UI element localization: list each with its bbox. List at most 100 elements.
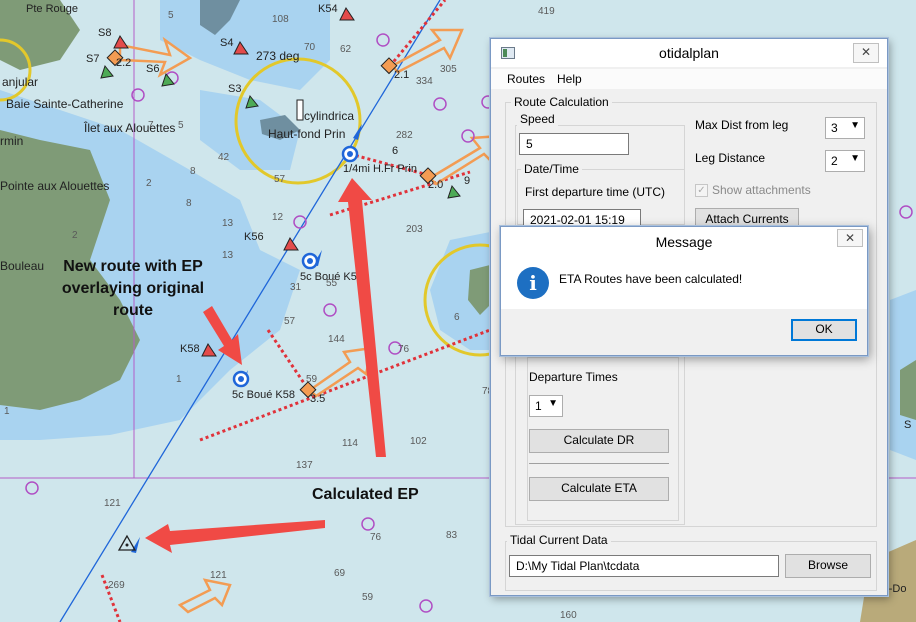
svg-text:55: 55 [326, 278, 338, 289]
svg-text:203: 203 [406, 224, 423, 235]
svg-text:9: 9 [464, 175, 470, 187]
speed-input[interactable]: 5 [519, 133, 629, 155]
speed-label: Speed [517, 112, 558, 126]
svg-text:59: 59 [306, 374, 318, 385]
svg-text:Îlet aux Alouettes: Îlet aux Alouettes [83, 120, 175, 135]
svg-text:12: 12 [272, 212, 284, 223]
menubar: Routes Help [491, 69, 887, 89]
svg-text:7: 7 [148, 120, 154, 131]
svg-text:S: S [904, 419, 911, 431]
svg-text:S4: S4 [220, 37, 233, 49]
svg-text:70: 70 [304, 42, 316, 53]
svg-text:69: 69 [334, 568, 346, 579]
annotation-calculated-ep: Calculated EP [312, 486, 419, 503]
svg-text:3.5: 3.5 [310, 393, 325, 405]
svg-text:305: 305 [440, 64, 457, 75]
menu-help[interactable]: Help [557, 72, 582, 86]
svg-text:K58: K58 [180, 343, 200, 355]
svg-text:160: 160 [560, 610, 577, 621]
svg-text:5: 5 [178, 120, 184, 131]
message-titlebar[interactable]: Message ✕ [501, 227, 867, 257]
svg-text:273 deg: 273 deg [256, 49, 299, 63]
message-title: Message [655, 234, 713, 250]
info-icon: i [517, 267, 549, 299]
leg-distance-label: Leg Distance [695, 151, 766, 165]
svg-text:K54: K54 [318, 3, 338, 15]
svg-text:1/4mi H.Fr Prin: 1/4mi H.Fr Prin [343, 163, 417, 175]
svg-text:334: 334 [416, 76, 433, 87]
svg-text:42: 42 [218, 152, 230, 163]
svg-text:59: 59 [362, 592, 374, 603]
svg-text:8: 8 [186, 198, 192, 209]
calculate-eta-button[interactable]: Calculate ETA [529, 477, 669, 501]
svg-text:K56: K56 [244, 231, 264, 243]
svg-text:S3: S3 [228, 83, 241, 95]
leg-distance-select[interactable]: 2 ▼ [825, 150, 865, 172]
svg-text:282: 282 [396, 130, 413, 141]
message-dialog: Message ✕ i ETA Routes have been calcula… [500, 226, 868, 356]
svg-text:269: 269 [108, 580, 125, 591]
svg-text:2.1: 2.1 [394, 69, 409, 81]
annotation-new-route-line2: overlaying original [61, 280, 205, 297]
svg-text:S6: S6 [146, 63, 159, 75]
svg-text:S7: S7 [86, 53, 99, 65]
divider [529, 463, 669, 464]
chevron-down-icon: ▼ [850, 153, 860, 164]
svg-text:121: 121 [210, 570, 227, 581]
departure-times-value: 1 [535, 399, 542, 413]
tidal-path-input[interactable]: D:\My Tidal Plan\tcdata [509, 555, 779, 577]
svg-text:Pointe aux Alouettes: Pointe aux Alouettes [0, 179, 109, 193]
svg-text:121: 121 [104, 498, 121, 509]
svg-text:1: 1 [176, 374, 182, 385]
datetime-label: Date/Time [521, 162, 582, 176]
close-icon[interactable]: ✕ [853, 43, 879, 63]
svg-text:Haut-fond Prin: Haut-fond Prin [268, 127, 345, 141]
departure-times-select[interactable]: 1 ▼ [529, 395, 563, 417]
window-title: otidalplan [659, 45, 719, 61]
svg-text:62: 62 [340, 44, 352, 55]
window-titlebar[interactable]: otidalplan ✕ [491, 39, 887, 67]
annotation-new-route-line1: New route with EP [63, 258, 203, 275]
annotation-new-route-line3: route [113, 302, 153, 319]
svg-text:83: 83 [446, 530, 458, 541]
close-icon[interactable]: ✕ [837, 229, 863, 247]
svg-text:2: 2 [146, 178, 152, 189]
message-text: ETA Routes have been calculated! [559, 272, 743, 286]
svg-text:2.0: 2.0 [428, 179, 443, 191]
departure-times-label: Departure Times [529, 370, 618, 384]
chevron-down-icon: ▼ [850, 120, 860, 131]
calculate-dr-button[interactable]: Calculate DR [529, 429, 669, 453]
ok-button[interactable]: OK [791, 319, 857, 341]
svg-text:76: 76 [398, 344, 410, 355]
max-dist-select[interactable]: 3 ▼ [825, 117, 865, 139]
svg-text:57: 57 [284, 316, 296, 327]
svg-text:76: 76 [370, 532, 382, 543]
leg-distance-value: 2 [831, 154, 838, 168]
svg-text:6: 6 [392, 145, 398, 157]
svg-text:13: 13 [222, 218, 234, 229]
svg-text:2: 2 [72, 230, 78, 241]
svg-text:8: 8 [190, 166, 196, 177]
svg-text:1: 1 [4, 406, 10, 417]
svg-text:144: 144 [328, 334, 345, 345]
svg-text:31: 31 [290, 282, 302, 293]
svg-text:anjular: anjular [2, 75, 38, 89]
svg-text:Baie Sainte-Catherine: Baie Sainte-Catherine [6, 97, 124, 111]
svg-text:108: 108 [272, 14, 289, 25]
tidal-current-label: Tidal Current Data [507, 533, 611, 547]
chevron-down-icon: ▼ [548, 398, 558, 409]
svg-text:5: 5 [168, 10, 174, 21]
svg-text:114: 114 [342, 438, 358, 449]
browse-button[interactable]: Browse [785, 554, 871, 578]
route-calculation-label: Route Calculation [511, 95, 612, 109]
svg-text:6: 6 [454, 312, 460, 323]
max-dist-value: 3 [831, 121, 838, 135]
svg-text:Pte Rouge: Pte Rouge [26, 3, 78, 15]
svg-text:2.2: 2.2 [116, 57, 131, 69]
show-attachments-label: Show attachments [712, 183, 811, 197]
svg-text:5c Boué K58: 5c Boué K58 [232, 389, 295, 401]
menu-routes[interactable]: Routes [507, 72, 545, 86]
svg-text:419: 419 [538, 6, 555, 17]
max-dist-label: Max Dist from leg [695, 118, 789, 132]
show-attachments-checkbox[interactable]: ✓ [695, 184, 708, 197]
